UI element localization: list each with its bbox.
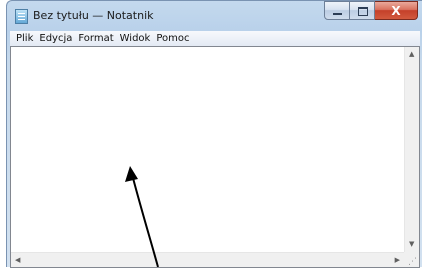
editor-area: ▲ ▼ ◀ ▶ [10, 46, 420, 268]
text-editor[interactable] [11, 47, 404, 252]
minimize-button[interactable] [324, 1, 350, 20]
notepad-window: Bez tytułu — Notatnik X Plik Edycja Form… [6, 0, 422, 268]
menu-item-edycja[interactable]: Edycja [36, 31, 75, 46]
vertical-scrollbar[interactable]: ▲ ▼ [404, 47, 419, 252]
scroll-up-icon[interactable]: ▲ [409, 51, 414, 58]
close-button[interactable]: X [375, 1, 418, 20]
size-grip-icon[interactable] [404, 252, 419, 267]
maximize-button[interactable] [350, 1, 375, 20]
horizontal-scrollbar[interactable]: ◀ ▶ [11, 252, 404, 267]
title-bar[interactable]: Bez tytułu — Notatnik X [7, 1, 422, 31]
maximize-icon [358, 7, 368, 16]
menu-item-pomoc[interactable]: Pomoc [153, 31, 192, 46]
caption-buttons: X [324, 1, 418, 21]
minimize-icon [333, 13, 342, 15]
menu-item-plik[interactable]: Plik [10, 31, 36, 46]
close-icon: X [391, 4, 401, 18]
window-title: Bez tytułu — Notatnik [33, 9, 154, 22]
notepad-icon [15, 9, 28, 24]
menu-bar: Plik Edycja Format Widok Pomoc [10, 31, 420, 46]
menu-item-widok[interactable]: Widok [117, 31, 154, 46]
scroll-right-icon[interactable]: ▶ [395, 257, 400, 264]
scroll-down-icon[interactable]: ▼ [409, 241, 414, 248]
menu-item-format[interactable]: Format [75, 31, 116, 46]
scroll-left-icon[interactable]: ◀ [15, 257, 20, 264]
